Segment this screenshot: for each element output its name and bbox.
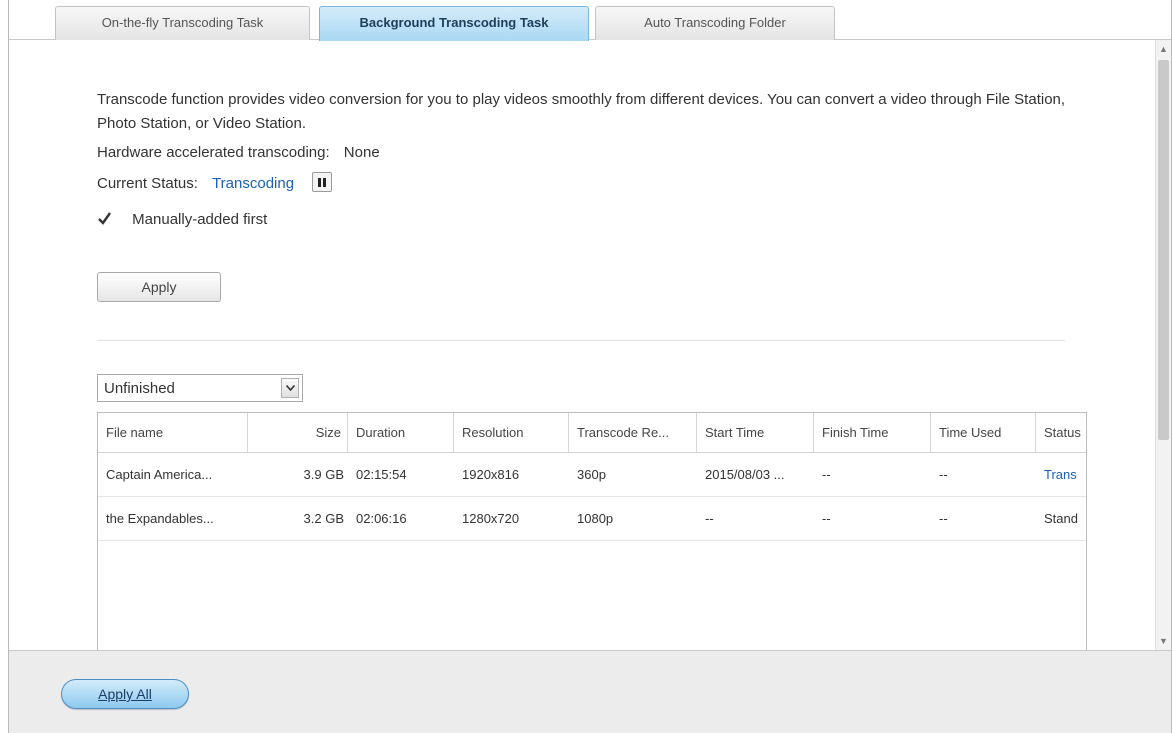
filter-select[interactable]: Unfinished <box>97 374 303 402</box>
transcode-window: On-the-fly Transcoding Task Background T… <box>8 0 1172 733</box>
filter-selected-value: Unfinished <box>104 380 175 397</box>
description-text: Transcode function provides video conver… <box>97 91 1066 132</box>
manual-first-row: Manually-added first <box>97 211 267 228</box>
footer-bar: Apply All <box>9 650 1171 733</box>
col-transcode-resolution[interactable]: Transcode Re... <box>569 413 697 453</box>
status-value[interactable]: Transcoding <box>212 175 294 192</box>
pause-icon <box>318 178 322 187</box>
col-duration[interactable]: Duration <box>348 413 454 453</box>
cell-size: 3.2 GB <box>303 511 344 526</box>
tab-auto-folder[interactable]: Auto Transcoding Folder <box>595 6 835 40</box>
tab-bar: On-the-fly Transcoding Task Background T… <box>9 0 1171 41</box>
cell-duration: 02:15:54 <box>356 467 407 482</box>
cell-size: 3.9 GB <box>303 467 344 482</box>
cell-start-time: -- <box>705 511 714 526</box>
checkmark-icon <box>98 211 111 225</box>
manual-first-label: Manually-added first <box>132 211 268 228</box>
hardware-row: Hardware accelerated transcoding: None <box>97 144 380 161</box>
col-size[interactable]: Size <box>248 413 348 453</box>
tab-background[interactable]: Background Transcoding Task <box>319 6 589 41</box>
apply-all-button[interactable]: Apply All <box>61 679 189 709</box>
pause-button[interactable] <box>312 172 333 192</box>
status-row: Current Status: Transcoding <box>97 172 333 194</box>
cell-transcode-resolution: 1080p <box>577 511 614 526</box>
status-label: Current Status: <box>97 174 198 192</box>
vertical-scrollbar[interactable]: ▲ ▼ <box>1155 40 1171 650</box>
hardware-label: Hardware accelerated transcoding: <box>97 144 330 161</box>
table-row[interactable]: the Expandables... 3.2 GB 02:06:16 1280x… <box>98 497 1086 541</box>
scroll-down-icon[interactable]: ▼ <box>1156 634 1171 648</box>
divider <box>97 340 1065 341</box>
cell-resolution: 1280x720 <box>462 511 520 526</box>
col-status[interactable]: Status <box>1036 413 1086 453</box>
scroll-thumb[interactable] <box>1158 60 1169 440</box>
col-resolution[interactable]: Resolution <box>454 413 569 453</box>
manual-first-checkbox[interactable] <box>97 211 112 226</box>
table-row[interactable]: Captain America... 3.9 GB 02:15:54 1920x… <box>98 453 1086 497</box>
main-content: Transcode function provides video conver… <box>9 40 1155 650</box>
cell-time-used: -- <box>939 467 948 482</box>
chevron-down-icon <box>285 385 295 391</box>
cell-transcode-resolution: 360p <box>577 467 606 482</box>
tab-on-the-fly[interactable]: On-the-fly Transcoding Task <box>55 6 310 40</box>
transcode-task-table: File name Size Duration Resolution Trans… <box>97 412 1087 650</box>
apply-button[interactable]: Apply <box>97 272 221 302</box>
cell-file-name: the Expandables... <box>106 511 214 526</box>
hardware-value: None <box>343 144 380 161</box>
cell-status[interactable]: Trans <box>1036 453 1086 497</box>
cell-time-used: -- <box>939 511 948 526</box>
cell-start-time: 2015/08/03 ... <box>705 467 785 482</box>
cell-finish-time: -- <box>822 467 831 482</box>
table-header: File name Size Duration Resolution Trans… <box>98 413 1086 453</box>
cell-finish-time: -- <box>822 511 831 526</box>
col-file-name[interactable]: File name <box>98 413 248 453</box>
cell-duration: 02:06:16 <box>356 511 407 526</box>
cell-resolution: 1920x816 <box>462 467 520 482</box>
col-finish-time[interactable]: Finish Time <box>814 413 931 453</box>
dropdown-button[interactable] <box>281 378 299 398</box>
scroll-up-icon[interactable]: ▲ <box>1156 42 1171 56</box>
cell-status: Stand <box>1044 511 1078 526</box>
col-time-used[interactable]: Time Used <box>931 413 1036 453</box>
cell-file-name: Captain America... <box>106 467 213 482</box>
col-start-time[interactable]: Start Time <box>697 413 814 453</box>
